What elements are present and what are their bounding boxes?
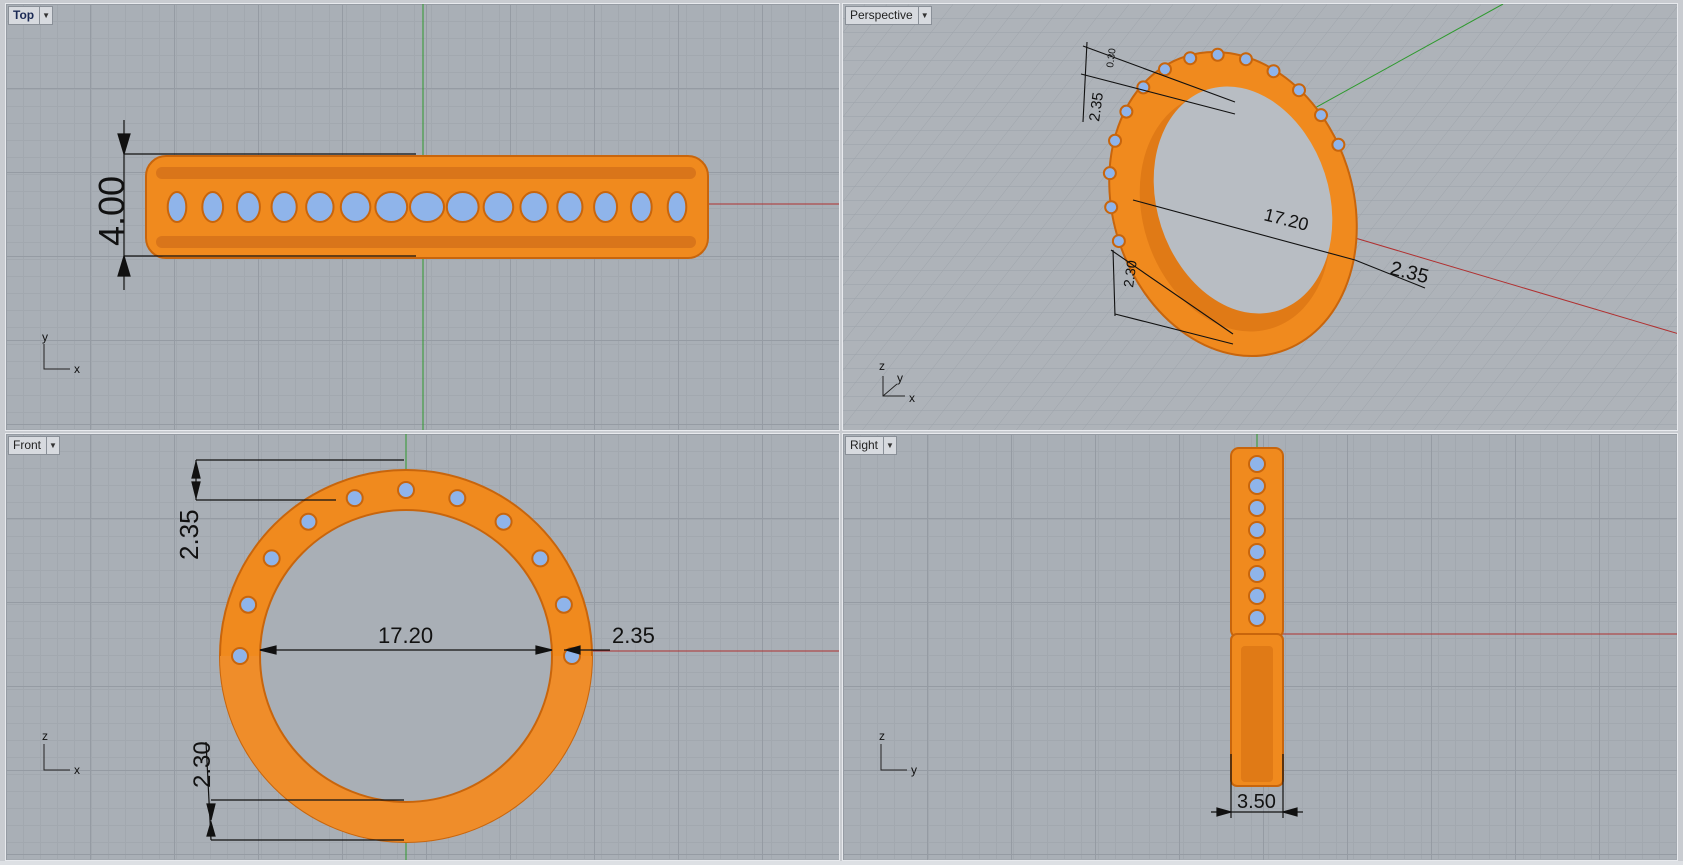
gem-stone <box>305 191 335 223</box>
gem-stone <box>1248 565 1266 583</box>
gem-stone <box>397 481 415 499</box>
chevron-down-icon[interactable]: ▼ <box>46 437 59 454</box>
gem-stone <box>1248 455 1266 473</box>
axis-label-z: z <box>879 729 885 743</box>
gem-stone <box>239 595 258 614</box>
gem-stone <box>345 489 364 508</box>
axis-label-x: x <box>74 763 80 777</box>
viewport-tab-top[interactable]: Top ▼ <box>8 6 54 25</box>
viewport-top[interactable]: Top ▼ 4.00 y x <box>5 3 840 431</box>
gem-stone <box>235 191 261 223</box>
viewport-front[interactable]: Front ▼ 2.35 17.20 2.35 2.30 z x <box>5 433 840 861</box>
axis-label-x: x <box>909 391 915 405</box>
gem-stone <box>1248 587 1266 605</box>
status-strip <box>0 861 1683 865</box>
gem-stone <box>1248 521 1266 539</box>
dimension-label: 2.35 <box>612 623 655 648</box>
viewport-label: Top <box>13 8 35 22</box>
dimension-label: 2.30 <box>189 741 216 788</box>
axis-label-y: y <box>897 371 903 385</box>
gem-stone <box>1119 104 1134 119</box>
gem-stone <box>1104 200 1119 215</box>
gem-stone <box>1157 62 1172 77</box>
chevron-down-icon[interactable]: ▼ <box>917 7 931 24</box>
viewport-tab-right[interactable]: Right ▼ <box>845 436 898 455</box>
perspective-scene: 2.35 0.30 17.20 2.35 2.30 z y x <box>843 4 1677 430</box>
chevron-down-icon[interactable]: ▼ <box>39 7 52 24</box>
gem-stone <box>1183 51 1198 66</box>
gem-stone <box>270 191 298 223</box>
gem-stone <box>519 191 549 223</box>
gem-stone <box>1291 83 1306 98</box>
gem-stone <box>1266 64 1281 79</box>
dimension-label: 17.20 <box>378 623 433 648</box>
gem-stone <box>262 549 281 568</box>
ring-side <box>1230 447 1284 787</box>
gem-stone <box>166 191 188 223</box>
gem-stone <box>1108 133 1123 148</box>
axis-label-y: y <box>911 763 917 777</box>
gem-stone <box>1313 108 1328 123</box>
gem-stone <box>554 595 573 614</box>
gem-stone <box>1238 52 1253 67</box>
viewport-tab-front[interactable]: Front ▼ <box>8 436 61 455</box>
axis-label-z: z <box>42 729 48 743</box>
front-view-scene: 2.35 17.20 2.35 2.30 z x <box>42 434 839 860</box>
viewport-perspective[interactable]: Perspective ▼ 2.35 0.30 17.20 2.35 2.30 … <box>842 3 1678 431</box>
viewport-label: Front <box>13 438 42 452</box>
axis-label-z: z <box>879 359 885 373</box>
gem-stone <box>629 191 653 223</box>
gem-stone <box>299 512 318 531</box>
gem-stone <box>1111 234 1126 249</box>
gem-stone <box>593 191 619 223</box>
axis-label-y: y <box>42 330 48 344</box>
gem-stone <box>1210 47 1225 62</box>
gem-stone <box>1248 609 1266 627</box>
gem-stone <box>1248 499 1266 517</box>
gem-stone <box>231 647 249 665</box>
gem-stone <box>448 489 467 508</box>
viewport-label: Right <box>850 438 879 452</box>
top-view-scene: 4.00 y x <box>42 4 839 430</box>
right-view-scene: 3.50 z y <box>879 434 1677 818</box>
gem-stone <box>201 191 225 223</box>
gem-stone <box>531 549 550 568</box>
gem-stone <box>1248 477 1266 495</box>
dimension-label: 4.00 <box>91 176 132 246</box>
ring-band-top <box>145 155 709 259</box>
gem-stone <box>374 191 409 223</box>
gem-stone <box>1248 543 1266 561</box>
gem-stone <box>1102 166 1117 181</box>
axis-widget <box>880 744 907 771</box>
gem-stone <box>409 191 445 223</box>
chevron-down-icon[interactable]: ▼ <box>883 437 896 454</box>
dimension-label: 3.50 <box>1237 791 1276 813</box>
gem-stone <box>445 191 480 223</box>
axis-widget <box>43 744 70 771</box>
axis-widget <box>43 344 70 370</box>
gem-stone <box>482 191 515 223</box>
gem-stone <box>339 191 372 223</box>
gem-stone <box>494 512 513 531</box>
viewport-label: Perspective <box>850 8 913 22</box>
axis-label-x: x <box>74 362 80 376</box>
dimension-label: 2.35 <box>174 509 204 560</box>
viewport-right[interactable]: Right ▼ 3.50 z y <box>842 433 1678 861</box>
viewport-tab-perspective[interactable]: Perspective ▼ <box>845 6 932 25</box>
gem-stone <box>666 191 688 223</box>
gem-stone <box>556 191 584 223</box>
ring-front <box>219 469 593 843</box>
gem-stone <box>1331 137 1346 152</box>
